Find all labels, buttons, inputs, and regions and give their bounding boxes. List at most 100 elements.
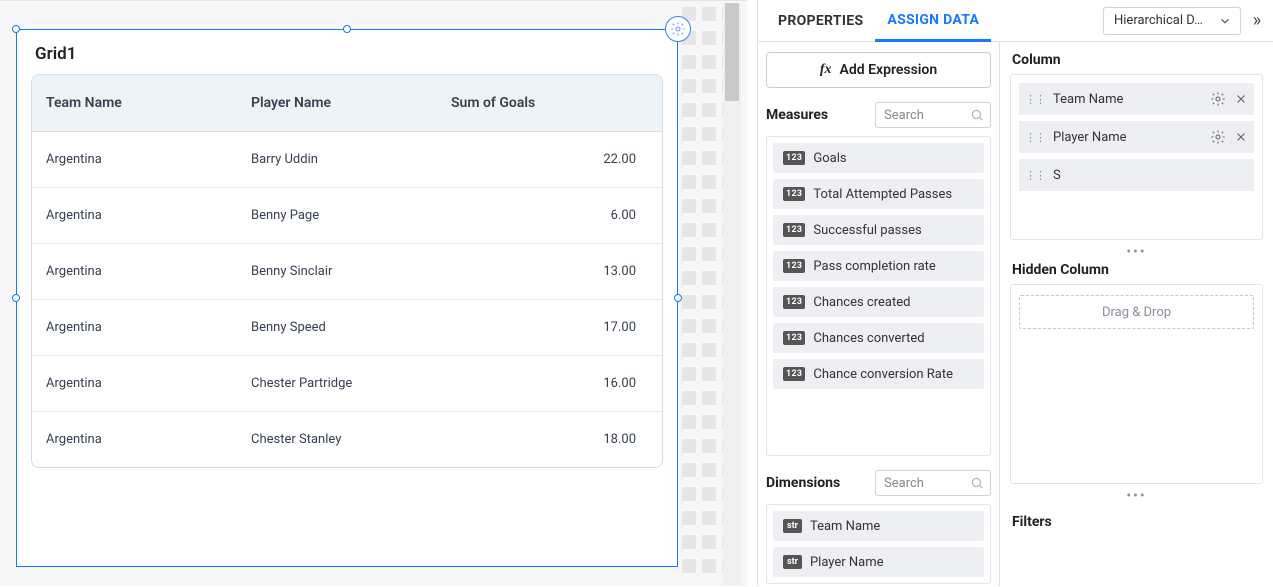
- fields-column: fx Add Expression Measures Search 123Goa…: [758, 42, 1000, 586]
- numeric-type-icon: 123: [783, 259, 805, 273]
- table-row[interactable]: ArgentinaBenny Speed17.00: [32, 299, 662, 355]
- measure-label: Successful passes: [813, 223, 921, 238]
- resize-handle-mr[interactable]: [674, 294, 682, 302]
- numeric-type-icon: 123: [783, 187, 805, 201]
- search-icon: [970, 476, 984, 490]
- measure-label: Chances created: [813, 295, 910, 310]
- cell-player: Chester Stanley: [237, 412, 437, 467]
- dimension-chip[interactable]: strTeam Name: [773, 511, 984, 541]
- measure-label: Total Attempted Passes: [813, 187, 952, 202]
- table-row[interactable]: ArgentinaChester Stanley18.00: [32, 411, 662, 467]
- drag-grip-icon[interactable]: ⋮⋮: [1025, 169, 1045, 182]
- measure-label: Chance conversion Rate: [813, 367, 953, 382]
- section-expand-dots[interactable]: •••: [1010, 488, 1263, 504]
- column-pill[interactable]: ⋮⋮ Team Name: [1019, 83, 1254, 115]
- numeric-type-icon: 123: [783, 223, 805, 237]
- measure-chip[interactable]: 123 Total Attempted Passes: [773, 179, 984, 209]
- grid-title: Grid1: [17, 30, 677, 74]
- measure-chip[interactable]: 123 Chances created: [773, 287, 984, 317]
- dimensions-search-input[interactable]: Search: [875, 470, 991, 496]
- table-row[interactable]: ArgentinaBenny Page6.00: [32, 187, 662, 243]
- table-header-row: Team Name Player Name Sum of Goals: [32, 75, 662, 132]
- right-panel: PROPERTIES ASSIGN DATA Hierarchical D… »…: [757, 0, 1273, 586]
- string-type-icon: str: [783, 519, 802, 533]
- column-pill-partial[interactable]: ⋮⋮ S: [1019, 159, 1254, 191]
- dimension-chip[interactable]: strPlayer Name: [773, 547, 984, 577]
- measures-search-input[interactable]: Search: [875, 102, 991, 128]
- cell-team: Argentina: [32, 188, 237, 243]
- table-row[interactable]: ArgentinaChester Partridge16.00: [32, 355, 662, 411]
- dimensions-label: Dimensions: [766, 475, 867, 491]
- cell-player: Barry Uddin: [237, 132, 437, 187]
- canvas-scrollbar-thumb[interactable]: [725, 3, 739, 101]
- search-placeholder: Search: [884, 476, 924, 491]
- pill-label: Team Name: [1053, 92, 1202, 107]
- cell-team: Argentina: [32, 412, 237, 467]
- measure-label: Pass completion rate: [813, 259, 935, 274]
- widget-settings-gear[interactable]: [665, 16, 691, 42]
- grid-widget-selected[interactable]: Grid1 Team Name Player Name Sum of Goals…: [16, 29, 678, 567]
- data-source-select[interactable]: Hierarchical D…: [1103, 7, 1241, 35]
- numeric-type-icon: 123: [783, 295, 805, 309]
- measure-chip[interactable]: 123 Chance conversion Rate: [773, 359, 984, 389]
- section-expand-dots[interactable]: •••: [1010, 244, 1263, 260]
- measure-chip[interactable]: 123Goals: [773, 143, 984, 173]
- hidden-column-title: Hidden Column: [1012, 262, 1263, 278]
- col-header[interactable]: Player Name: [237, 75, 437, 131]
- measure-chip[interactable]: 123 Chances converted: [773, 323, 984, 353]
- table-row[interactable]: ArgentinaBarry Uddin22.00: [32, 132, 662, 187]
- cell-player: Chester Partridge: [237, 356, 437, 411]
- column-drop-zone[interactable]: ⋮⋮ Team Name ⋮⋮ Player Name ⋮⋮ S: [1010, 74, 1263, 240]
- cell-team: Argentina: [32, 356, 237, 411]
- numeric-type-icon: 123: [783, 367, 805, 381]
- pill-settings-gear[interactable]: [1210, 91, 1226, 107]
- data-table: Team Name Player Name Sum of Goals Argen…: [31, 74, 663, 468]
- hidden-column-placeholder[interactable]: Drag & Drop: [1019, 295, 1254, 329]
- panel-more-button[interactable]: »: [1241, 10, 1273, 31]
- tab-properties[interactable]: PROPERTIES: [766, 0, 875, 41]
- cell-player: Benny Page: [237, 188, 437, 243]
- cell-goals: 6.00: [437, 188, 662, 243]
- measure-label: Goals: [813, 151, 846, 166]
- cell-team: Argentina: [32, 132, 237, 187]
- search-icon: [970, 108, 984, 122]
- measure-label: Chances converted: [813, 331, 924, 346]
- measures-list: 123Goals123Total Attempted Passes123Succ…: [766, 136, 991, 456]
- measure-chip[interactable]: 123 Pass completion rate: [773, 251, 984, 281]
- add-expression-button[interactable]: fx Add Expression: [766, 52, 991, 88]
- column-pill[interactable]: ⋮⋮ Player Name: [1019, 121, 1254, 153]
- pill-settings-gear[interactable]: [1210, 129, 1226, 145]
- add-expression-label: Add Expression: [840, 62, 938, 78]
- pill-label: S: [1053, 168, 1248, 183]
- cell-goals: 22.00: [437, 132, 662, 187]
- hidden-column-drop-zone[interactable]: Drag & Drop: [1010, 284, 1263, 484]
- measures-label: Measures: [766, 107, 867, 123]
- pill-label: Player Name: [1053, 130, 1202, 145]
- filters-section-title: Filters: [1012, 514, 1263, 530]
- panel-tabs: PROPERTIES ASSIGN DATA Hierarchical D… »: [758, 0, 1273, 42]
- drag-grip-icon[interactable]: ⋮⋮: [1025, 131, 1045, 144]
- table-row[interactable]: ArgentinaBenny Sinclair13.00: [32, 243, 662, 299]
- cell-team: Argentina: [32, 244, 237, 299]
- cell-goals: 13.00: [437, 244, 662, 299]
- resize-handle-ml[interactable]: [12, 294, 20, 302]
- tab-assign-data[interactable]: ASSIGN DATA: [875, 1, 991, 42]
- resize-handle-tl[interactable]: [12, 25, 20, 33]
- col-header[interactable]: Sum of Goals: [437, 75, 662, 131]
- search-placeholder: Search: [884, 108, 924, 123]
- fx-icon: fx: [820, 62, 832, 78]
- col-header[interactable]: Team Name: [32, 75, 237, 131]
- cell-goals: 18.00: [437, 412, 662, 467]
- dimension-label: Player Name: [810, 555, 884, 570]
- resize-handle-tm[interactable]: [343, 25, 351, 33]
- drag-grip-icon[interactable]: ⋮⋮: [1025, 93, 1045, 106]
- assign-column: Column ⋮⋮Team Name⋮⋮Player Name ⋮⋮ S •••…: [1000, 42, 1273, 586]
- canvas-scrollbar[interactable]: [723, 3, 741, 585]
- pill-remove-x[interactable]: [1234, 92, 1248, 106]
- cell-goals: 17.00: [437, 300, 662, 355]
- cell-team: Argentina: [32, 300, 237, 355]
- numeric-type-icon: 123: [783, 331, 805, 345]
- pill-remove-x[interactable]: [1234, 130, 1248, 144]
- measure-chip[interactable]: 123 Successful passes: [773, 215, 984, 245]
- dimensions-list: strTeam NamestrPlayer Name: [766, 504, 991, 584]
